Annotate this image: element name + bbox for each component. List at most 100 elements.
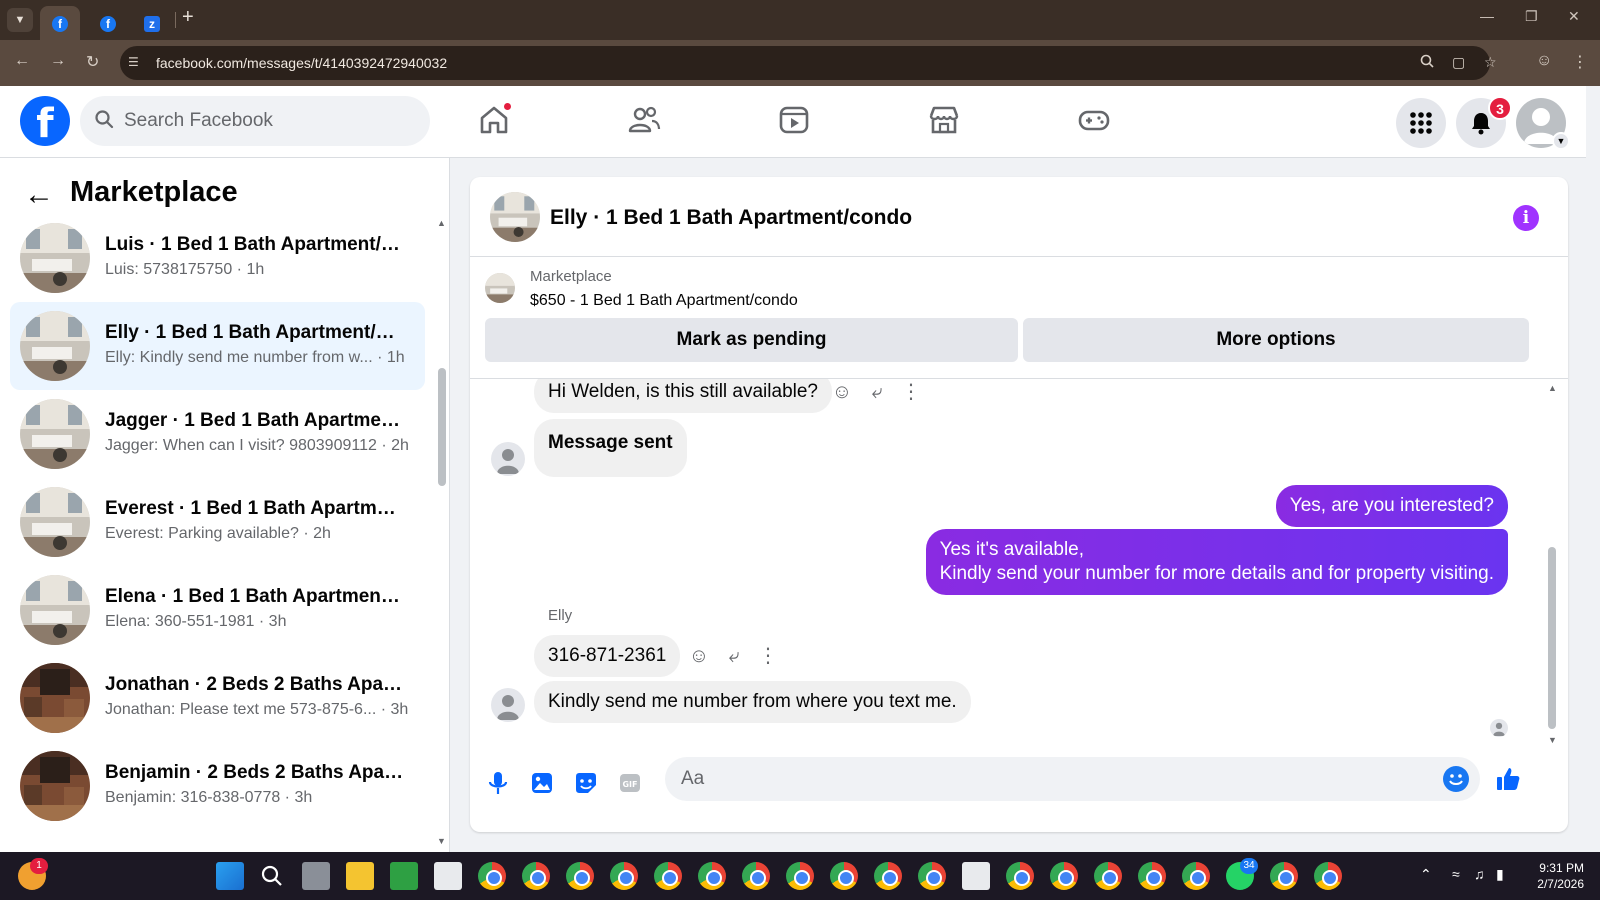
- reload-icon[interactable]: ↻: [86, 52, 99, 72]
- nav-friends[interactable]: [624, 100, 664, 140]
- incoming-message[interactable]: 316-871-2361: [534, 635, 681, 677]
- nav-video[interactable]: [774, 100, 814, 140]
- browser-tab-facebook-active[interactable]: f: [40, 6, 80, 40]
- voice-clip-button[interactable]: [482, 767, 514, 799]
- more-options-button[interactable]: More options: [1023, 318, 1529, 362]
- message-input-box[interactable]: [665, 757, 1480, 801]
- chrome-icon[interactable]: [786, 862, 814, 890]
- conversation-item[interactable]: Luis · 1 Bed 1 Bath Apartment/co... Luis…: [10, 214, 425, 302]
- notifications-button[interactable]: 3: [1456, 96, 1512, 148]
- nav-home[interactable]: [474, 100, 514, 140]
- listing-title[interactable]: $650 - 1 Bed 1 Bath Apartment/condo: [530, 292, 798, 310]
- info-icon[interactable]: i: [1513, 205, 1539, 231]
- conversation-item[interactable]: Benjamin · 2 Beds 2 Baths Apart... Benja…: [10, 742, 425, 830]
- chrome-icon[interactable]: [1050, 862, 1078, 890]
- snipping-tool-icon[interactable]: [962, 862, 990, 890]
- new-tab-button[interactable]: +: [182, 6, 194, 29]
- attach-media-button[interactable]: [526, 767, 558, 799]
- volume-icon[interactable]: ♫: [1474, 866, 1485, 882]
- nav-gaming[interactable]: [1074, 100, 1114, 140]
- search-box[interactable]: [80, 96, 430, 146]
- search-icon[interactable]: [258, 862, 286, 890]
- scroll-up-arrow-icon[interactable]: ▲: [437, 218, 446, 228]
- spreadsheet-app-icon[interactable]: [390, 862, 418, 890]
- gif-button[interactable]: GIF: [614, 767, 646, 799]
- sender-avatar[interactable]: [491, 442, 525, 476]
- tab-search-button[interactable]: ▼: [7, 8, 33, 32]
- profile-icon[interactable]: ☺: [1536, 52, 1552, 70]
- chat-listing-avatar[interactable]: [490, 192, 540, 242]
- conversation-item[interactable]: Elena · 1 Bed 1 Bath Apartment/c... Elen…: [10, 566, 425, 654]
- chrome-icon[interactable]: [1314, 862, 1342, 890]
- browser-tab-facebook[interactable]: f: [88, 6, 128, 40]
- incoming-message[interactable]: Kindly send me number from where you tex…: [534, 681, 971, 723]
- chrome-icon[interactable]: [1182, 862, 1210, 890]
- task-view-icon[interactable]: [302, 862, 330, 890]
- file-explorer-icon[interactable]: [346, 862, 374, 890]
- address-bar[interactable]: ☰ facebook.com/messages/t/41403924729400…: [120, 46, 1497, 80]
- nav-marketplace[interactable]: [924, 100, 964, 140]
- sticker-button[interactable]: [570, 767, 602, 799]
- reply-icon[interactable]: ⤶: [864, 379, 890, 405]
- conversation-item-selected[interactable]: Elly · 1 Bed 1 Bath Apartment/co... Elly…: [10, 302, 425, 390]
- chrome-icon[interactable]: [654, 862, 682, 890]
- thread-scrollbar[interactable]: [1548, 547, 1556, 729]
- store-icon[interactable]: [434, 862, 462, 890]
- zoom-icon[interactable]: [1420, 54, 1434, 71]
- chrome-icon[interactable]: [1138, 862, 1166, 890]
- conversation-item[interactable]: Everest · 1 Bed 1 Bath Apartment... Ever…: [10, 478, 425, 566]
- outgoing-message[interactable]: Yes, are you interested?: [1275, 485, 1508, 527]
- forward-icon[interactable]: →: [50, 52, 66, 70]
- more-actions-icon[interactable]: ⋮: [898, 379, 924, 405]
- chat-title[interactable]: Elly · 1 Bed 1 Bath Apartment/condo: [550, 206, 912, 230]
- outgoing-message[interactable]: Yes it's available, Kindly send your num…: [925, 529, 1508, 595]
- react-icon[interactable]: ☺: [686, 643, 712, 669]
- minimize-icon[interactable]: —: [1480, 8, 1494, 24]
- sender-avatar[interactable]: [491, 688, 525, 722]
- mark-as-pending-button[interactable]: Mark as pending: [485, 318, 1018, 362]
- browser-tab-zillow[interactable]: z: [132, 6, 172, 40]
- like-button[interactable]: [1492, 763, 1524, 795]
- reply-icon[interactable]: ⤶: [721, 643, 747, 669]
- conversation-item[interactable]: Jonathan · 2 Beds 2 Baths Apart... Jonat…: [10, 654, 425, 742]
- sidebar-scrollbar[interactable]: [438, 368, 446, 486]
- message-input[interactable]: [681, 765, 1421, 793]
- emoji-icon[interactable]: [1443, 766, 1469, 792]
- chrome-icon[interactable]: [1094, 862, 1122, 890]
- search-input[interactable]: [124, 107, 414, 135]
- back-arrow-icon[interactable]: ←: [24, 178, 54, 212]
- install-app-icon[interactable]: ▢: [1452, 54, 1465, 71]
- scroll-down-arrow-icon[interactable]: ▼: [437, 836, 446, 846]
- windows-start-icon[interactable]: [216, 862, 244, 890]
- chrome-icon[interactable]: [478, 862, 506, 890]
- chrome-icon[interactable]: [1006, 862, 1034, 890]
- menu-dots-icon[interactable]: ⋮: [1572, 52, 1588, 72]
- chrome-icon[interactable]: [742, 862, 770, 890]
- back-icon[interactable]: ←: [14, 52, 30, 70]
- chrome-icon[interactable]: [698, 862, 726, 890]
- more-actions-icon[interactable]: ⋮: [755, 643, 781, 669]
- bookmark-star-icon[interactable]: ☆: [1484, 54, 1497, 71]
- incoming-message[interactable]: Hi Welden, is this still available?: [534, 379, 832, 413]
- restore-icon[interactable]: ❐: [1525, 8, 1538, 25]
- thread-scroll-up-icon[interactable]: ▲: [1548, 383, 1557, 393]
- chrome-icon[interactable]: [830, 862, 858, 890]
- chrome-icon[interactable]: [566, 862, 594, 890]
- show-hidden-icons-icon[interactable]: ⌃: [1420, 866, 1432, 883]
- site-settings-icon[interactable]: ☰: [128, 55, 139, 69]
- chevron-down-icon[interactable]: ▼: [1552, 132, 1570, 150]
- menu-button[interactable]: [1396, 98, 1446, 148]
- incoming-message-sent-notice[interactable]: Message sent: [534, 419, 687, 477]
- battery-icon[interactable]: ▮: [1496, 866, 1504, 883]
- facebook-logo-icon[interactable]: f: [20, 96, 70, 147]
- system-clock[interactable]: 9:31 PM 2/7/2026: [1518, 860, 1584, 892]
- thread-scroll-down-icon[interactable]: ▼: [1548, 735, 1557, 745]
- wifi-icon[interactable]: ≈: [1452, 866, 1460, 882]
- close-window-icon[interactable]: ✕: [1568, 8, 1580, 25]
- chrome-icon[interactable]: [874, 862, 902, 890]
- chrome-icon[interactable]: [522, 862, 550, 890]
- chrome-icon[interactable]: [918, 862, 946, 890]
- conversation-item[interactable]: Jagger · 1 Bed 1 Bath Apartment/... Jagg…: [10, 390, 425, 478]
- react-icon[interactable]: ☺: [829, 379, 855, 405]
- chrome-icon[interactable]: [1270, 862, 1298, 890]
